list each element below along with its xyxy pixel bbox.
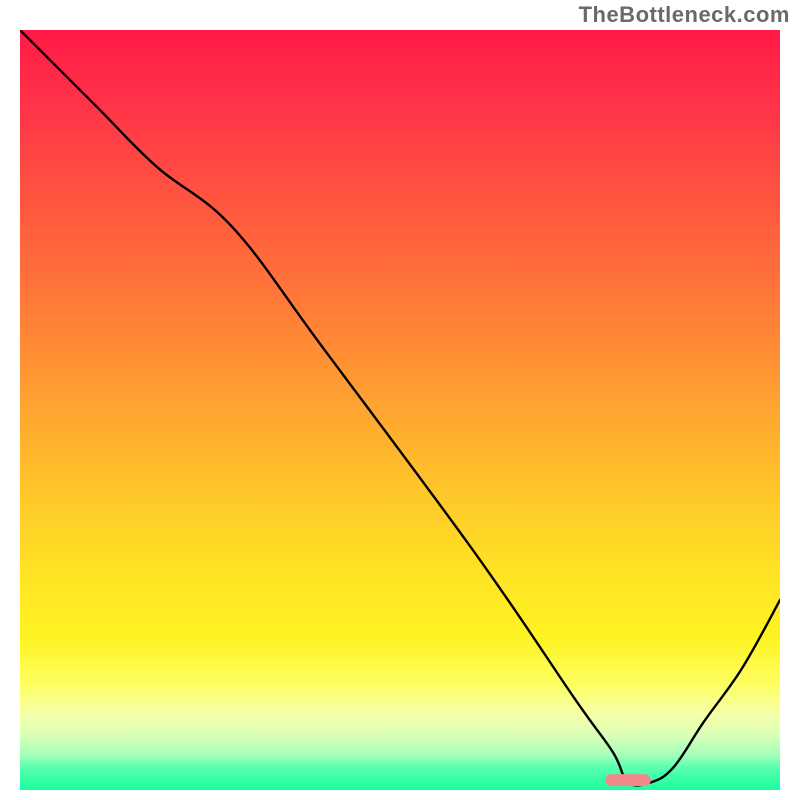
chart-stage: TheBottleneck.com xyxy=(0,0,800,800)
curve-layer xyxy=(20,30,780,790)
bottleneck-curve-path xyxy=(20,30,780,786)
optimal-range-marker xyxy=(605,774,651,786)
plot-area xyxy=(20,30,780,790)
watermark-label: TheBottleneck.com xyxy=(579,2,790,28)
